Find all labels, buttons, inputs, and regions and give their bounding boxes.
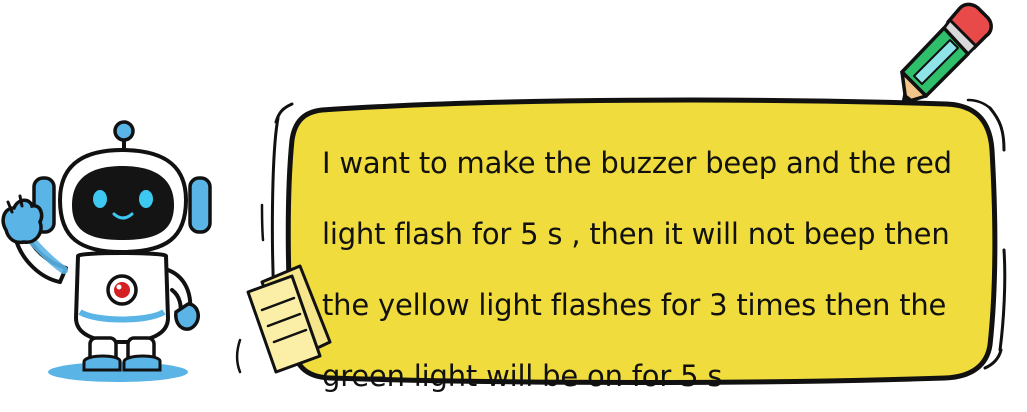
robot-mascot [1, 120, 212, 382]
speech-line-4: green light will be on for 5 s [322, 359, 723, 393]
speech-line-3: the yellow light flashes for 3 times the… [322, 288, 947, 322]
speech-bubble-text: I want to make the buzzer beep and the r… [322, 128, 972, 412]
illustration-scene: I want to make the buzzer beep and the r… [0, 0, 1027, 406]
speech-line-2: light flash for 5 s , then it will not b… [322, 217, 950, 251]
speech-line-1: I want to make the buzzer beep and the r… [322, 146, 952, 180]
pencil-icon [900, 2, 993, 105]
